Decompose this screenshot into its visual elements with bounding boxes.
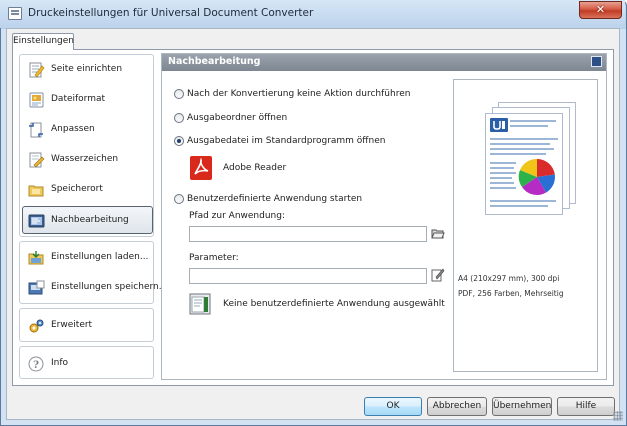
pie-chart-graphic-icon	[518, 158, 555, 196]
radio-open-default-program[interactable]	[174, 136, 184, 146]
sidebar-item-label: Nachbearbeitung	[51, 215, 129, 225]
output-preview	[453, 79, 598, 372]
file-format-icon	[29, 92, 44, 108]
radio-custom-application-label[interactable]: Benutzerdefinierte Anwendung starten	[187, 194, 362, 204]
printer-settings-app-icon	[8, 7, 22, 20]
sidebar-item-einstellungen-speichern[interactable]: Einstellungen speichern...	[22, 273, 167, 301]
sidebar-item-info[interactable]: ? Info	[22, 349, 151, 377]
panel-window-icon	[591, 56, 602, 67]
window-title: Druckeinstellungen für Universal Documen…	[28, 7, 314, 19]
radio-no-action-label[interactable]: Nach der Konvertierung keine Aktion durc…	[187, 89, 410, 99]
radio-open-default-program-label[interactable]: Ausgabedatei im Standardprogramm öffnen	[187, 136, 385, 146]
no-custom-app-text: Keine benutzerdefinierte Anwendung ausge…	[223, 299, 445, 309]
cancel-button[interactable]: Abbrechen	[427, 397, 487, 416]
sidebar-item-label: Seite einrichten	[51, 64, 123, 74]
load-settings-icon	[28, 251, 44, 265]
preview-page-front	[485, 113, 563, 215]
radio-open-output-folder-label[interactable]: Ausgabeordner öffnen	[187, 113, 287, 123]
save-location-icon	[28, 185, 44, 197]
tab-einstellungen[interactable]: Einstellungen	[12, 33, 74, 50]
apply-button[interactable]: Übernehmen	[492, 397, 552, 416]
edit-parameters-icon[interactable]	[431, 268, 445, 282]
sidebar-item-label: Speicherort	[51, 184, 103, 194]
close-button[interactable]: ✕	[579, 1, 622, 19]
help-button[interactable]: Hilfe	[557, 397, 615, 416]
sidebar-item-wasserzeichen[interactable]: Wasserzeichen	[22, 145, 151, 173]
sidebar-item-label: Einstellungen laden...	[51, 252, 149, 262]
default-program-name: Adobe Reader	[223, 163, 287, 173]
svg-text:?: ?	[33, 360, 39, 371]
radio-no-action[interactable]	[174, 89, 184, 99]
sidebar-item-label: Wasserzeichen	[51, 154, 119, 164]
sidebar-item-label: Dateiformat	[51, 94, 106, 104]
panel-title: Nachbearbeitung	[168, 56, 261, 67]
sidebar-item-speicherort[interactable]: Speicherort	[22, 175, 151, 203]
browse-folder-icon[interactable]	[431, 226, 445, 240]
save-settings-icon	[28, 280, 45, 295]
page-setup-icon	[29, 62, 45, 78]
sidebar-item-nachbearbeitung[interactable]: Nachbearbeitung	[22, 206, 153, 234]
info-icon: ?	[28, 356, 44, 372]
radio-open-output-folder[interactable]	[174, 113, 184, 123]
sidebar-item-einstellungen-laden[interactable]: Einstellungen laden...	[22, 243, 151, 271]
adjust-icon	[29, 122, 43, 138]
sidebar-item-dateiformat[interactable]: Dateiformat	[22, 85, 151, 113]
udc-logo-icon	[490, 118, 508, 132]
sidebar-item-label: Info	[51, 358, 69, 368]
radio-custom-application[interactable]	[174, 194, 184, 204]
sidebar-item-seite-einrichten[interactable]: Seite einrichten	[22, 55, 151, 83]
adobe-reader-icon	[190, 156, 212, 180]
preview-info-format: PDF, 256 Farben, Mehrseitig	[458, 289, 564, 298]
params-label: Parameter:	[189, 253, 239, 263]
post-processing-icon	[28, 214, 45, 228]
ok-button[interactable]: OK	[364, 397, 422, 416]
preview-info-paper: A4 (210x297 mm), 300 dpi	[458, 274, 560, 283]
sidebar-item-label: Einstellungen speichern...	[51, 282, 168, 292]
params-input[interactable]	[189, 268, 427, 284]
advanced-icon	[29, 319, 44, 333]
watermark-icon	[29, 152, 45, 168]
resize-grip[interactable]	[613, 411, 623, 421]
application-window-icon	[189, 293, 211, 315]
app-path-input[interactable]	[189, 226, 427, 242]
sidebar-item-label: Erweitert	[51, 320, 93, 330]
app-path-label: Pfad zur Anwendung:	[189, 211, 286, 221]
sidebar-item-anpassen[interactable]: Anpassen	[22, 115, 151, 143]
sidebar-item-erweitert[interactable]: Erweitert	[22, 311, 151, 339]
sidebar-item-label: Anpassen	[51, 124, 95, 134]
